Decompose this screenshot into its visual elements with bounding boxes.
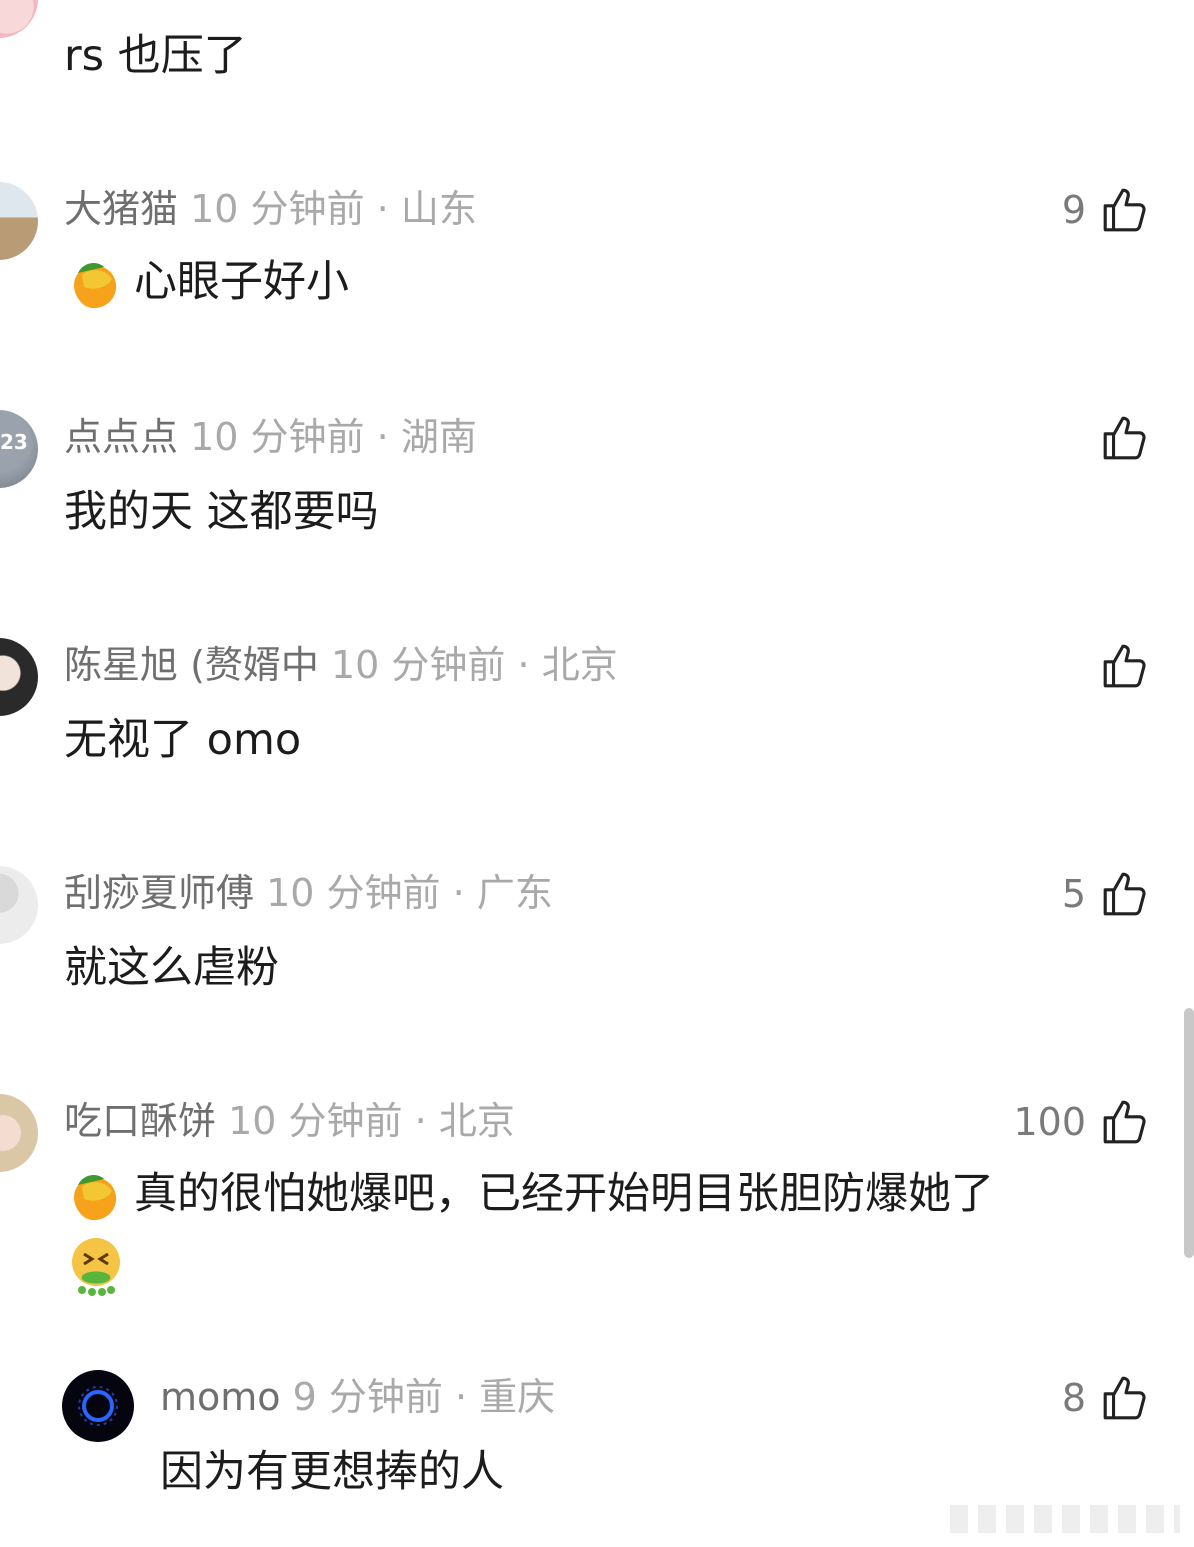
mango-emoji	[74, 1174, 117, 1220]
avatar[interactable]	[0, 1094, 38, 1172]
like-button[interactable]: 9	[1062, 182, 1150, 238]
scrollbar[interactable]	[1184, 1008, 1194, 1258]
location: 湖南	[400, 415, 477, 459]
reply-text: 因为有更想捧的人	[160, 1447, 504, 1497]
timestamp: 10 分钟前	[266, 871, 441, 915]
timestamp: 10 分钟前	[190, 187, 365, 231]
like-count: 100	[1013, 1100, 1086, 1144]
avatar-text: 23	[0, 430, 28, 454]
username[interactable]: momo	[160, 1375, 281, 1419]
avatar[interactable]	[0, 0, 38, 38]
comment-text: 真的很怕她爆吧，已经开始明目张胆防爆她了	[68, 1164, 994, 1225]
timestamp: 10 分钟前	[228, 1099, 403, 1143]
comment-meta: 吃口酥饼 10 分钟前 · 北京	[64, 1095, 515, 1147]
vomiting-face-emoji	[72, 1238, 120, 1296]
location: 北京	[541, 643, 618, 687]
avatar[interactable]	[62, 1370, 134, 1442]
like-count: 5	[1061, 872, 1086, 916]
comment-text-content: 心眼子好小	[134, 257, 349, 307]
separator: ·	[517, 643, 530, 687]
avatar[interactable]	[0, 866, 38, 944]
watermark	[950, 1505, 1180, 1533]
separator: ·	[376, 187, 389, 231]
avatar[interactable]	[0, 182, 38, 260]
comment-text: 无视了 omo	[64, 715, 302, 765]
timestamp: 10 分钟前	[331, 643, 506, 687]
timestamp: 10 分钟前	[190, 415, 365, 459]
like-button[interactable]	[1100, 410, 1150, 466]
timestamp: 9 分钟前	[292, 1375, 443, 1419]
username[interactable]: 点点点	[64, 415, 178, 459]
location: 广东	[476, 871, 553, 915]
username[interactable]: 陈星旭 (赘婿中	[64, 643, 319, 687]
separator: ·	[414, 1099, 427, 1143]
comment-text: 心眼子好小	[68, 252, 349, 313]
username[interactable]: 大猪猫	[64, 187, 178, 231]
reply-meta: momo 9 分钟前 · 重庆	[160, 1371, 555, 1423]
location: 北京	[438, 1099, 515, 1143]
separator: ·	[452, 871, 465, 915]
username[interactable]: 刮痧夏师傅	[64, 871, 254, 915]
thumbs-up-icon	[1103, 644, 1146, 688]
comment-text: 就这么虐粉	[64, 943, 279, 993]
avatar-graphic	[78, 1386, 118, 1426]
like-button[interactable]	[1100, 638, 1150, 694]
thumbs-up-icon	[1103, 1376, 1146, 1420]
comment-meta: 刮痧夏师傅 10 分钟前 · 广东	[64, 867, 553, 919]
like-count: 8	[1061, 1376, 1086, 1420]
avatar[interactable]	[0, 638, 38, 716]
like-button[interactable]: 100	[1013, 1094, 1150, 1150]
comment-meta: 大猪猫 10 分钟前 · 山东	[64, 183, 477, 235]
mango-emoji	[74, 262, 117, 308]
username[interactable]: 吃口酥饼	[64, 1099, 216, 1143]
thumbs-up-icon	[1103, 872, 1146, 916]
comment-text-content: 真的很怕她爆吧，已经开始明目张胆防爆她了	[134, 1169, 994, 1219]
separator: ·	[454, 1375, 468, 1419]
like-count: 9	[1061, 188, 1086, 232]
avatar[interactable]: 23	[0, 410, 38, 488]
comment-text: 我的天 这都要吗	[64, 487, 379, 537]
comment-meta: 陈星旭 (赘婿中 10 分钟前 · 北京	[64, 639, 618, 691]
thumbs-up-icon	[1103, 1100, 1146, 1144]
comment-meta: 点点点 10 分钟前 · 湖南	[64, 411, 477, 463]
location: 重庆	[479, 1375, 556, 1419]
like-button[interactable]: 5	[1062, 866, 1150, 922]
like-button[interactable]: 8	[1062, 1370, 1150, 1426]
thumbs-up-icon	[1103, 188, 1146, 232]
separator: ·	[376, 415, 389, 459]
location: 山东	[400, 187, 477, 231]
comment-text: rs 也压了	[64, 31, 247, 81]
thumbs-up-icon	[1103, 416, 1146, 460]
